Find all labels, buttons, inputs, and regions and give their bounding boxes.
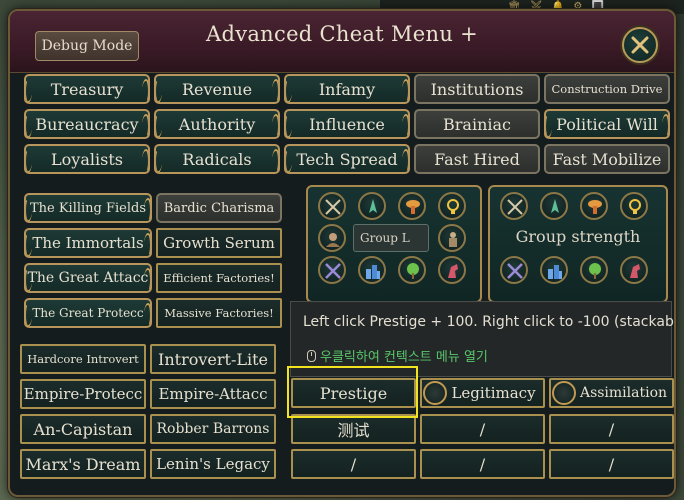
- title-bar: Advanced Cheat Menu + Debug Mode: [10, 11, 674, 73]
- lenins-legacy-button[interactable]: Lenin's Legacy: [150, 449, 276, 479]
- tooltip-text: Left click Prestige + 100. Right click t…: [303, 314, 676, 330]
- legitimacy-button[interactable]: Legitimacy: [420, 378, 545, 408]
- assimilation-button[interactable]: Assimilation: [549, 378, 674, 408]
- horse-icon[interactable]: [438, 256, 466, 284]
- city-icon[interactable]: [358, 256, 386, 284]
- tooltip-context-hint: 우클릭하여 컨텍스트 메뉴 열기: [307, 346, 488, 365]
- empty-slot-button[interactable]: /: [420, 414, 545, 444]
- mouse-icon: [307, 350, 316, 362]
- empty-slot-button[interactable]: /: [291, 449, 416, 479]
- mushroom-cloud-icon[interactable]: [398, 192, 426, 220]
- tree-icon[interactable]: [398, 256, 426, 284]
- introvert-lite-button[interactable]: Introvert-Lite: [150, 344, 276, 374]
- fast-hired-button[interactable]: Fast Hired: [414, 144, 540, 174]
- crossed-swords-icon[interactable]: [500, 192, 528, 220]
- legitimacy-icon: [423, 381, 447, 405]
- statue-icon[interactable]: [438, 224, 466, 252]
- empty-slot-button[interactable]: /: [549, 414, 674, 444]
- radicals-button[interactable]: Radicals: [154, 144, 280, 174]
- lightbulb-icon[interactable]: [620, 192, 648, 220]
- crossed-swords-icon[interactable]: [318, 192, 346, 220]
- killing-fields-button[interactable]: The Killing Fields: [24, 193, 152, 223]
- fast-mobilize-button[interactable]: Fast Mobilize: [544, 144, 670, 174]
- marxs-dream-button[interactable]: Marx's Dream: [20, 449, 146, 479]
- treasury-button[interactable]: Treasury: [24, 74, 150, 104]
- robber-barrons-button[interactable]: Robber Barrons: [150, 414, 276, 444]
- authority-button[interactable]: Authority: [154, 109, 280, 139]
- test-button[interactable]: 测试: [291, 414, 416, 444]
- bardic-charisma-button[interactable]: Bardic Charisma: [156, 193, 282, 223]
- debug-mode-button[interactable]: Debug Mode: [35, 31, 139, 61]
- rocket-icon[interactable]: [540, 192, 568, 220]
- horse-icon[interactable]: [620, 256, 648, 284]
- mushroom-cloud-icon[interactable]: [580, 192, 608, 220]
- empty-slot-button[interactable]: /: [420, 449, 545, 479]
- group-strength-label: Group strength: [515, 227, 641, 246]
- construction-drive-button[interactable]: Construction Drive: [544, 74, 670, 104]
- brainiac-button[interactable]: Brainiac: [414, 109, 540, 139]
- influence-button[interactable]: Influence: [284, 109, 410, 139]
- lightbulb-icon[interactable]: [438, 192, 466, 220]
- infamy-button[interactable]: Infamy: [284, 74, 410, 104]
- cheat-menu-window: Advanced Cheat Menu + Debug Mode Treasur…: [8, 9, 676, 497]
- massive-factories-button[interactable]: Massive Factories!: [156, 298, 282, 328]
- great-attacc-button[interactable]: The Great Attacc: [24, 263, 152, 293]
- hardcore-introvert-button[interactable]: Hardcore Introvert: [20, 344, 146, 374]
- empire-protecc-button[interactable]: Empire-Protecc: [20, 379, 146, 409]
- portrait-icon[interactable]: [318, 224, 346, 252]
- selection-highlight: [287, 366, 418, 418]
- tech-spread-button[interactable]: Tech Spread: [284, 144, 410, 174]
- assimilation-icon: [552, 381, 576, 405]
- crossed-sword-blue-icon[interactable]: [500, 256, 528, 284]
- city-icon[interactable]: [540, 256, 568, 284]
- efficient-factories-button[interactable]: Efficient Factories!: [156, 263, 282, 293]
- group-panel-left: Group L: [306, 185, 482, 303]
- tree-icon[interactable]: [580, 256, 608, 284]
- political-will-button[interactable]: Political Will: [544, 109, 670, 139]
- crossed-sword-blue-icon[interactable]: [318, 256, 346, 284]
- close-x-icon: [631, 36, 649, 54]
- revenue-button[interactable]: Revenue: [154, 74, 280, 104]
- loyalists-button[interactable]: Loyalists: [24, 144, 150, 174]
- an-capistan-button[interactable]: An-Capistan: [20, 414, 146, 444]
- immortals-button[interactable]: The Immortals: [24, 228, 152, 258]
- group-l-field[interactable]: Group L: [353, 224, 429, 252]
- empty-slot-button[interactable]: /: [549, 449, 674, 479]
- bureaucracy-button[interactable]: Bureaucracy: [24, 109, 150, 139]
- rocket-icon[interactable]: [358, 192, 386, 220]
- group-panel-right: Group strength: [488, 185, 668, 303]
- empire-attacc-button[interactable]: Empire-Attacc: [150, 379, 276, 409]
- growth-serum-button[interactable]: Growth Serum: [156, 228, 282, 258]
- institutions-button[interactable]: Institutions: [414, 74, 540, 104]
- close-button[interactable]: [622, 27, 658, 63]
- great-protecc-button[interactable]: The Great Protecc: [24, 298, 152, 328]
